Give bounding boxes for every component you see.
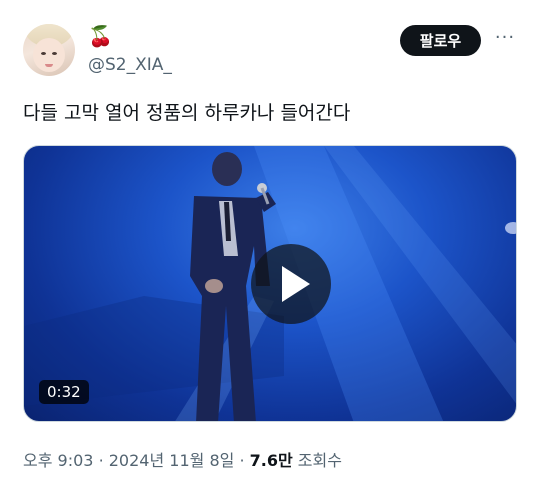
video-duration: 0:32 <box>39 380 89 404</box>
tweet-date[interactable]: 2024년 11월 8일 <box>109 451 235 470</box>
performer-head <box>212 152 242 186</box>
more-options-icon[interactable]: ··· <box>494 29 516 49</box>
views-count: 7.6만 <box>249 451 293 470</box>
views-label: 조회수 <box>297 451 342 470</box>
tweet-time[interactable]: 오후 9:03 <box>23 451 93 470</box>
video-player[interactable]: 0:32 <box>23 145 517 422</box>
avatar-eye <box>41 52 46 55</box>
user-handle[interactable]: @S2_XIA_ <box>88 55 172 75</box>
meta-separator: · <box>239 451 245 470</box>
meta-separator: · <box>98 451 104 470</box>
performer-hand <box>205 279 223 293</box>
play-button[interactable] <box>251 244 331 324</box>
tweet-text: 다들 고막 열어 정품의 하루카나 들어간다 <box>23 102 351 124</box>
play-icon <box>282 266 310 302</box>
avatar-eye <box>52 52 57 55</box>
display-name[interactable]: 🍒 <box>88 26 113 46</box>
edge-highlight <box>505 222 516 234</box>
tweet-meta: 오후 9:03 · 2024년 11월 8일 · 7.6만 조회수 <box>23 447 342 471</box>
follow-button[interactable]: 팔로우 <box>400 25 481 56</box>
avatar[interactable] <box>23 24 75 76</box>
